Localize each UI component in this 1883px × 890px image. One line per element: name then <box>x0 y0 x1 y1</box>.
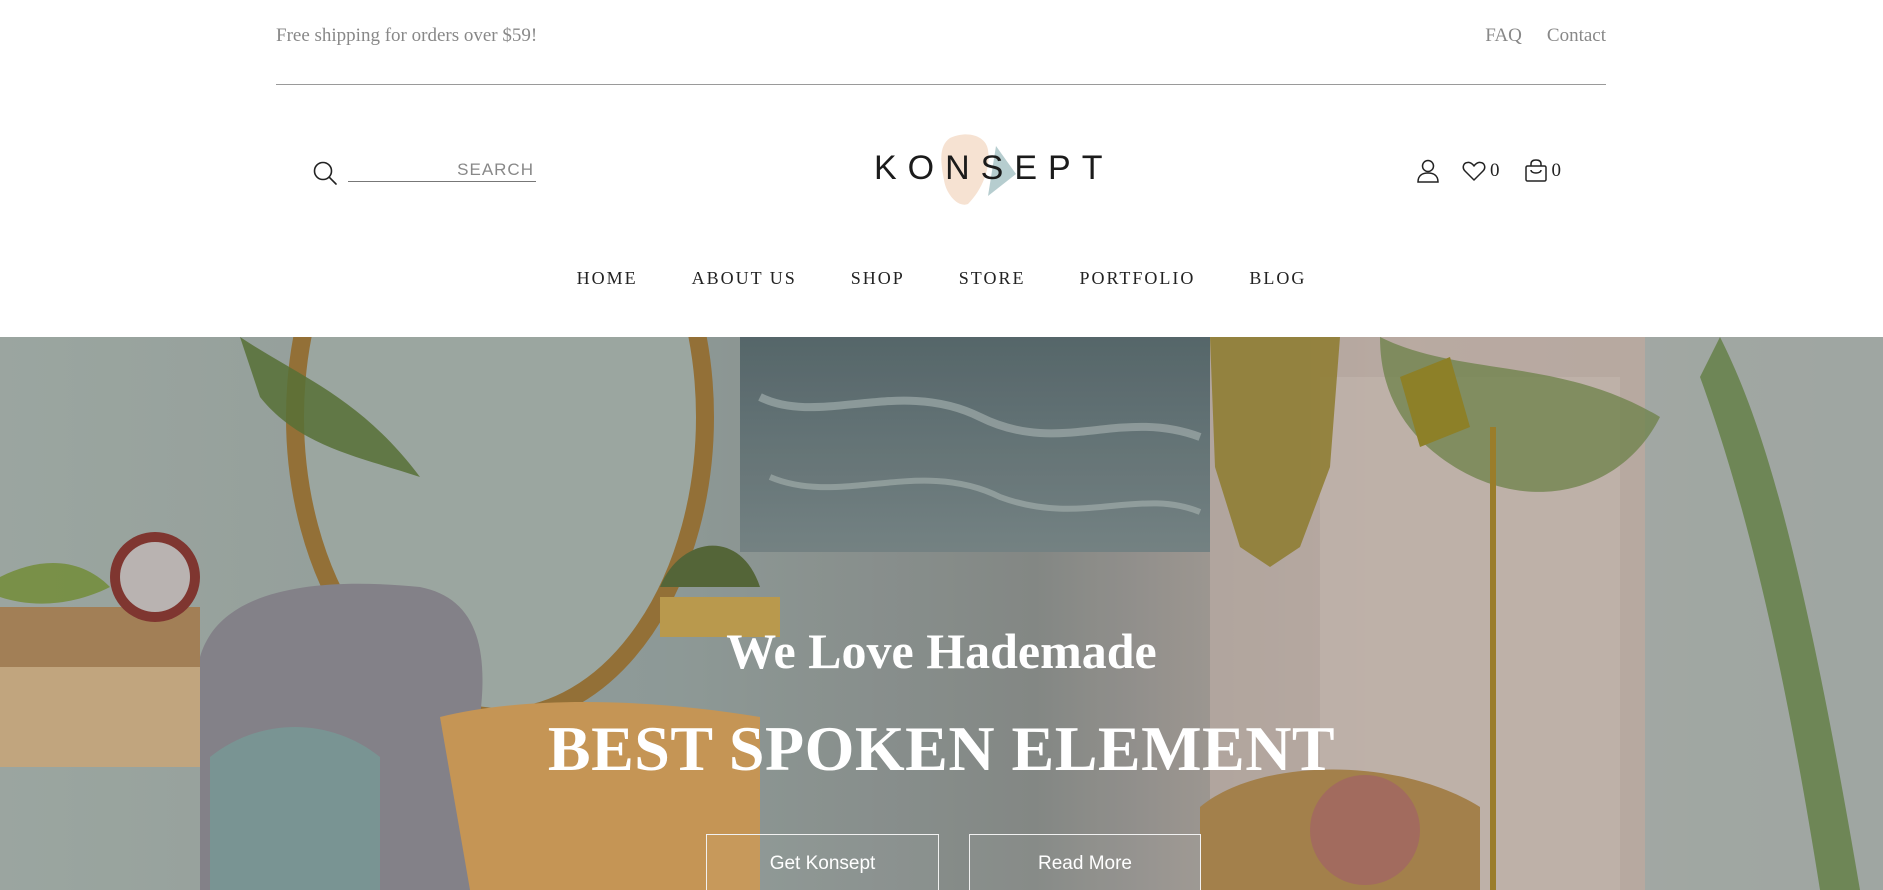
user-icon <box>1417 159 1439 183</box>
hero-title: BEST SPOKEN ELEMENT <box>547 713 1336 784</box>
get-konsept-button[interactable]: Get Konsept <box>706 834 939 890</box>
nav-blog[interactable]: BLOG <box>1249 268 1306 289</box>
wishlist-button[interactable]: 0 <box>1462 160 1500 182</box>
nav-store[interactable]: STORE <box>959 268 1026 289</box>
top-links: FAQ Contact <box>1485 25 1606 47</box>
search-input[interactable] <box>348 158 536 182</box>
faq-link[interactable]: FAQ <box>1485 25 1522 47</box>
read-more-button[interactable]: Read More <box>969 834 1201 890</box>
nav-portfolio[interactable]: PORTFOLIO <box>1079 268 1195 289</box>
cart-button[interactable]: 0 <box>1524 159 1562 183</box>
heart-icon <box>1462 161 1486 181</box>
bag-icon <box>1524 159 1547 182</box>
shipping-notice: Free shipping for orders over $59! <box>276 25 538 46</box>
nav-shop[interactable]: SHOP <box>851 268 905 289</box>
hero-background-image <box>0 337 1883 890</box>
account-button[interactable] <box>1416 158 1440 184</box>
top-bar: Free shipping for orders over $59! FAQ C… <box>276 0 1606 85</box>
header-actions: 0 0 <box>1416 156 1561 186</box>
search-icon[interactable] <box>312 160 338 186</box>
logo[interactable]: KONSEPT <box>870 128 1102 208</box>
cart-count: 0 <box>1551 160 1562 181</box>
main-nav: HOME ABOUT US SHOP STORE PORTFOLIO BLOG <box>0 268 1883 289</box>
hero-subtitle: We Love Hademade <box>726 623 1157 679</box>
nav-about-us[interactable]: ABOUT US <box>692 268 797 289</box>
logo-text: KONSEPT <box>874 149 1114 187</box>
hero-banner: We Love Hademade BEST SPOKEN ELEMENT Get… <box>0 337 1883 890</box>
nav-home[interactable]: HOME <box>577 268 638 289</box>
search-bar <box>312 158 538 188</box>
contact-link[interactable]: Contact <box>1547 25 1606 47</box>
wishlist-count: 0 <box>1490 160 1500 181</box>
